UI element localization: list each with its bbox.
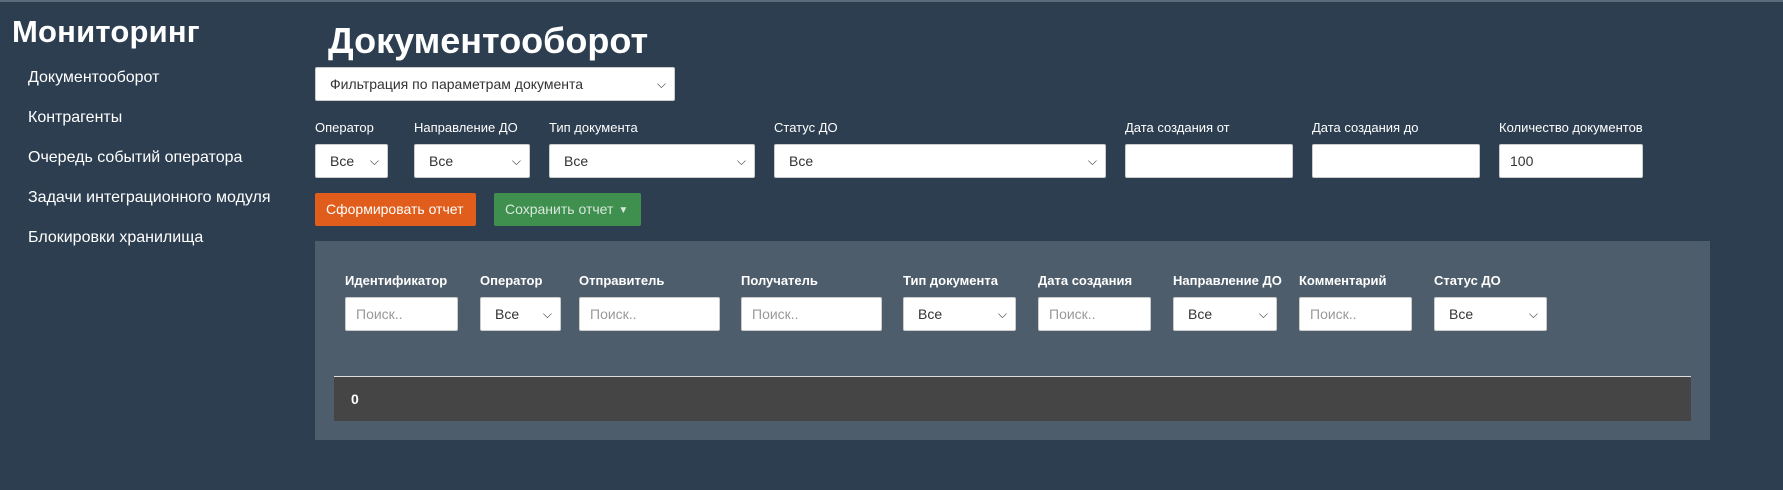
column-status-header: Статус ДО	[1434, 273, 1501, 288]
filter-row: Оператор Все ⌵ Направление ДО Все ⌵ Тип …	[315, 120, 1715, 180]
filter-count-label: Количество документов	[1499, 120, 1643, 135]
date-to-input[interactable]	[1312, 144, 1480, 178]
chevron-down-icon: ⌵	[369, 154, 379, 168]
sidebar-item-operator-event-queue[interactable]: Очередь событий оператора	[28, 148, 302, 188]
id-search-input[interactable]: Поиск..	[345, 297, 458, 331]
sidebar: Мониторинг Документооборот Контрагенты О…	[12, 14, 302, 268]
chevron-down-icon: ⌵	[736, 154, 746, 168]
column-created-date: Дата создания Поиск..	[1038, 273, 1151, 331]
filter-direction-label: Направление ДО	[414, 120, 518, 135]
column-sender-header: Отправитель	[579, 273, 665, 288]
sidebar-item-counterparties[interactable]: Контрагенты	[28, 108, 302, 148]
filter-direction: Направление ДО Все ⌵	[414, 120, 530, 178]
sidebar-nav: Документооборот Контрагенты Очередь собы…	[28, 68, 302, 268]
chevron-down-icon: ⌵	[997, 307, 1007, 321]
column-operator-header: Оператор	[480, 273, 543, 288]
save-report-label: Сохранить отчет	[505, 201, 614, 217]
column-direction-header: Направление ДО	[1173, 273, 1282, 288]
column-status: Статус ДО Все ⌵	[1434, 273, 1547, 331]
column-id: Идентификатор Поиск..	[345, 273, 458, 331]
result-count-bar: 0	[334, 376, 1691, 421]
main-content: Документооборот Фильтрация по параметрам…	[315, 20, 1715, 440]
filter-direction-value: Все	[429, 153, 454, 169]
doc-type-column-select[interactable]: Все ⌵	[903, 297, 1016, 331]
operator-column-select[interactable]: Все ⌵	[480, 297, 561, 331]
column-created-date-header: Дата создания	[1038, 273, 1133, 288]
filter-mode-select[interactable]: Фильтрация по параметрам документа ⌵	[315, 67, 675, 101]
filter-status-label: Статус ДО	[774, 120, 838, 135]
document-count-input[interactable]: 100	[1499, 144, 1643, 178]
filter-date-to-label: Дата создания до	[1312, 120, 1419, 135]
chevron-down-icon: ⌵	[542, 307, 552, 321]
direction-column-select[interactable]: Все ⌵	[1173, 297, 1277, 331]
column-direction: Направление ДО Все ⌵	[1173, 273, 1282, 331]
filter-operator-select[interactable]: Все ⌵	[315, 144, 388, 178]
filter-status-value: Все	[789, 153, 814, 169]
operator-column-value: Все	[495, 306, 520, 322]
filter-doc-type: Тип документа Все ⌵	[549, 120, 755, 178]
page-title: Документооборот	[328, 20, 649, 61]
created-date-search-input[interactable]: Поиск..	[1038, 297, 1151, 331]
chevron-down-icon: ⌵	[1087, 154, 1097, 168]
chevron-down-icon: ⌵	[511, 154, 521, 168]
column-comment-header: Комментарий	[1299, 273, 1387, 288]
chevron-down-icon: ⌵	[1258, 307, 1268, 321]
filter-status: Статус ДО Все ⌵	[774, 120, 1106, 178]
filter-operator-value: Все	[330, 153, 355, 169]
column-doc-type: Тип документа Все ⌵	[903, 273, 1016, 331]
date-from-input[interactable]	[1125, 144, 1293, 178]
save-report-button[interactable]: Сохранить отчет ▼	[494, 193, 641, 226]
sidebar-item-integration-tasks[interactable]: Задачи интеграционного модуля	[28, 188, 302, 228]
chevron-down-icon: ⌵	[656, 77, 666, 91]
filter-operator: Оператор Все ⌵	[315, 120, 388, 178]
sidebar-item-document-flow[interactable]: Документооборот	[28, 68, 302, 108]
status-column-value: Все	[1449, 306, 1474, 322]
doc-type-column-value: Все	[918, 306, 943, 322]
filter-status-select[interactable]: Все ⌵	[774, 144, 1106, 178]
chevron-down-icon: ⌵	[1528, 307, 1538, 321]
status-column-select[interactable]: Все ⌵	[1434, 297, 1547, 331]
column-comment: Комментарий Поиск..	[1299, 273, 1412, 331]
filter-doc-type-label: Тип документа	[549, 120, 638, 135]
filter-date-from: Дата создания от	[1125, 120, 1293, 178]
results-panel: Идентификатор Поиск.. Оператор Все ⌵ Отп…	[315, 241, 1710, 440]
column-recipient: Получатель Поиск..	[741, 273, 882, 331]
column-doc-type-header: Тип документа	[903, 273, 998, 288]
filter-operator-label: Оператор	[315, 120, 374, 135]
result-count: 0	[351, 391, 359, 407]
direction-column-value: Все	[1188, 306, 1213, 322]
sender-search-input[interactable]: Поиск..	[579, 297, 720, 331]
filter-count: Количество документов 100	[1499, 120, 1643, 178]
filter-doc-type-value: Все	[564, 153, 589, 169]
filter-date-to: Дата создания до	[1312, 120, 1480, 178]
filter-direction-select[interactable]: Все ⌵	[414, 144, 530, 178]
generate-report-button[interactable]: Сформировать отчет	[315, 193, 476, 226]
filter-doc-type-select[interactable]: Все ⌵	[549, 144, 755, 178]
filter-mode-value: Фильтрация по параметрам документа	[330, 76, 584, 92]
recipient-search-input[interactable]: Поиск..	[741, 297, 882, 331]
caret-down-icon: ▼	[618, 205, 629, 216]
column-sender: Отправитель Поиск..	[579, 273, 720, 331]
column-recipient-header: Получатель	[741, 273, 818, 288]
column-id-header: Идентификатор	[345, 273, 448, 288]
sidebar-item-storage-locks[interactable]: Блокировки хранилища	[28, 228, 302, 268]
comment-search-input[interactable]: Поиск..	[1299, 297, 1412, 331]
filter-date-from-label: Дата создания от	[1125, 120, 1230, 135]
app-brand[interactable]: Мониторинг	[12, 14, 302, 50]
column-operator: Оператор Все ⌵	[480, 273, 561, 331]
